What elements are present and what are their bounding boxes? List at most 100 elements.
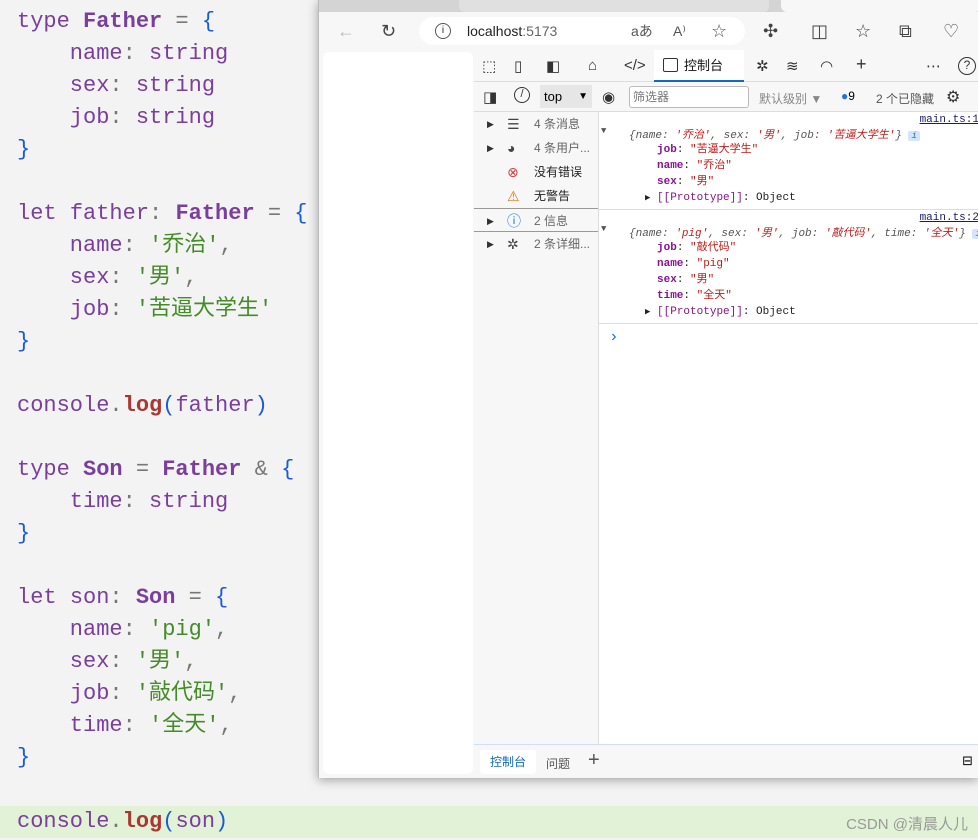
property-value: "男" (690, 274, 715, 286)
drawer-tab-console[interactable]: 控制台 (480, 750, 537, 774)
property-key: job (657, 242, 677, 254)
clear-console-icon[interactable]: / (514, 87, 530, 103)
help-icon[interactable]: ? (958, 57, 976, 75)
translate-icon[interactable]: aあ (631, 17, 653, 45)
back-icon[interactable]: ← (337, 21, 355, 42)
elements-icon[interactable]: </> (624, 57, 646, 74)
dock-icon[interactable]: ◧ (546, 57, 560, 75)
summary-part: '男' (754, 228, 779, 240)
device-icon[interactable]: ▯ (514, 57, 522, 75)
object-summary[interactable]: ▼ {name: 'pig', sex: '男', job: '敲代码', tim… (601, 224, 978, 240)
inspect-icon[interactable]: ⬚ (482, 57, 496, 75)
health-icon[interactable]: ♡ (943, 21, 959, 42)
welcome-home-icon[interactable]: ⌂ (588, 57, 597, 74)
code-token: { (281, 457, 295, 482)
sidebar-item[interactable]: ▶ ✲ 2 条详细... (474, 232, 598, 256)
code-token: = (175, 585, 216, 610)
object-summary[interactable]: ▼ {name: '乔治', sex: '男', job: '苦逼大学生'} i (601, 126, 978, 142)
dock-drawer-icon[interactable]: ⊟ (962, 753, 973, 769)
split-screen-icon[interactable]: ◫ (811, 21, 828, 42)
sidebar-item-label: 4 条用户... (534, 141, 591, 155)
context-select[interactable]: top ▼ (540, 85, 592, 108)
code-token: console (17, 393, 110, 418)
code-token: { (294, 201, 308, 226)
code-token: 'pig' (149, 617, 216, 642)
expand-arrow-icon[interactable]: ▶ (645, 193, 650, 203)
sidebar-item[interactable]: ▶ ⓘ 2 信息 (474, 208, 598, 232)
code-token: ( (162, 809, 176, 834)
code-token: = (162, 9, 202, 34)
expand-arrow-icon[interactable]: ▶ (645, 307, 650, 317)
property-value: "乔治" (696, 160, 732, 172)
summary-part: , job: (780, 130, 828, 142)
expand-arrow-icon[interactable]: ▶ (487, 112, 494, 136)
summary-part: } (959, 228, 966, 240)
hidden-count[interactable]: 2 个已隐藏 (876, 90, 934, 107)
sources-bug-icon[interactable]: ✲ (756, 57, 769, 75)
code-line[interactable]: console.log(son) (0, 806, 978, 838)
property-key: job (657, 144, 677, 156)
code-token: = (254, 201, 295, 226)
prototype-key: [[Prototype]] (657, 306, 743, 318)
extensions-icon[interactable]: ✣ (763, 21, 778, 42)
sidebar-toggle-icon[interactable]: ◨ (483, 88, 497, 106)
code-token: name (17, 233, 123, 258)
expand-arrow-icon[interactable]: ▶ (487, 232, 494, 256)
drawer-add-icon[interactable]: + (588, 749, 600, 772)
info-badge-icon[interactable]: i (972, 229, 978, 239)
url-host: localhost (467, 23, 523, 39)
code-token: '乔治' (149, 233, 220, 258)
source-link[interactable]: main.ts:1 (920, 114, 978, 126)
browser-tab[interactable] (459, 0, 769, 12)
console-message: main.ts:1 ▼ {name: '乔治', sex: '男', job: '苦… (599, 112, 978, 209)
summary-part: , job: (778, 228, 825, 240)
collapse-arrow-icon[interactable]: ▼ (601, 224, 606, 234)
console-prompt[interactable]: › (599, 323, 978, 350)
collections-icon[interactable]: ⧉ (899, 21, 912, 42)
source-link[interactable]: main.ts:2 (920, 212, 978, 224)
network-wifi-icon[interactable]: ≋ (786, 57, 799, 75)
summary-part: '全天' (923, 228, 960, 240)
sidebar-item[interactable]: ⚠ 无警告 (474, 184, 598, 208)
favorites-icon[interactable]: ☆ (855, 21, 871, 42)
drawer-tab-issues[interactable]: 问题 (546, 755, 570, 772)
sidebar-item[interactable]: ▶ ☰ 4 条消息 (474, 112, 598, 136)
property-value: "敲代码" (690, 242, 737, 254)
code-token: , (219, 713, 233, 738)
code-token: type (17, 9, 84, 34)
code-token: : (122, 617, 150, 642)
property-value: "苦逼大学生" (690, 144, 759, 156)
message-count-badge[interactable]: ●9 (841, 89, 855, 103)
tab-console[interactable]: 控制台 (654, 50, 744, 82)
settings-gear-icon[interactable]: ⚙ (946, 87, 960, 107)
code-token: father (69, 201, 150, 226)
sidebar-item[interactable]: ⊗ 没有错误 (474, 160, 598, 184)
sidebar-item-label: 无警告 (534, 189, 571, 203)
favorite-star-icon[interactable]: ☆ (711, 17, 727, 45)
info-badge-icon[interactable]: i (908, 131, 920, 141)
property-value: "pig" (696, 258, 730, 270)
summary-part: '苦逼大学生' (827, 130, 896, 142)
expand-arrow-icon[interactable]: ▶ (487, 209, 494, 233)
info-icon[interactable]: i (435, 23, 451, 39)
sidebar-item[interactable]: ▶ ◕ 4 条用户... (474, 136, 598, 160)
code-token: , (219, 233, 233, 258)
filter-input[interactable] (629, 86, 749, 108)
collapse-arrow-icon[interactable]: ▼ (601, 126, 606, 136)
log-level-select[interactable]: 默认级别 ▼ (759, 90, 822, 107)
read-aloud-icon[interactable]: A⁾ (673, 17, 686, 45)
more-tools-plus-icon[interactable]: + (856, 54, 867, 75)
prototype-row[interactable]: ▶ [[Prototype]]: Object (629, 190, 978, 206)
browser-tab-active[interactable] (781, 0, 978, 12)
more-options-icon[interactable]: ⋯ (926, 57, 941, 75)
live-expression-eye-icon[interactable]: ◉ (602, 88, 615, 106)
refresh-icon[interactable]: ↻ (381, 21, 396, 42)
performance-icon[interactable]: ◠ (820, 57, 833, 75)
address-bar[interactable]: i localhost:5173 aあ A⁾ ☆ (419, 17, 745, 45)
summary-part: {name: (629, 130, 676, 142)
code-line[interactable] (0, 774, 978, 806)
expand-arrow-icon[interactable]: ▶ (487, 136, 494, 160)
prototype-row[interactable]: ▶ [[Prototype]]: Object (629, 304, 978, 320)
code-token: son (175, 809, 216, 834)
code-token: time (17, 489, 123, 514)
